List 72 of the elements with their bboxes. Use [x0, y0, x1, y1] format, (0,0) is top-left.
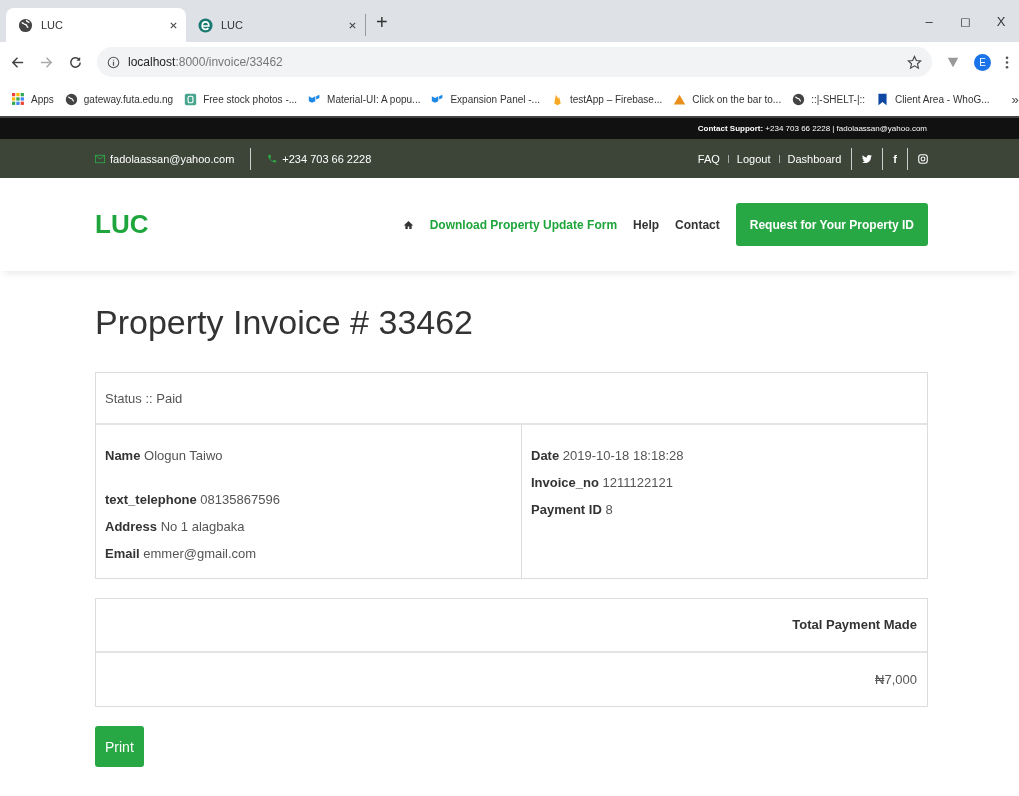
mail-icon [95, 153, 105, 164]
url-text: localhost:8000/invoice/33462 [128, 55, 284, 69]
window-control[interactable]: ◻ [947, 13, 983, 29]
extension-icon[interactable] [946, 55, 960, 69]
detail-text: Email emmer@gmail.com [105, 545, 258, 563]
nav-link[interactable]: Help [633, 217, 660, 232]
detail-text: Invoice_no 1211122121 [531, 474, 674, 492]
phone-icon [267, 153, 278, 164]
bookmark-label: Expansion Panel -... [450, 93, 540, 105]
tab-title: LUC [41, 19, 64, 31]
address-bar[interactable]: localhost:8000/invoice/33462 [97, 47, 932, 77]
globe-icon [64, 92, 78, 106]
info-icon [107, 55, 120, 69]
top-link[interactable]: Dashboard [787, 152, 842, 165]
tab-title: LUC [221, 19, 244, 31]
menu-icon[interactable] [1005, 54, 1009, 70]
bookmark-item[interactable]: ::|-SHELT-|:: [792, 92, 866, 106]
new-tab-button[interactable]: + [376, 11, 388, 34]
bookmark-label: Client Area - WhoG... [895, 93, 990, 105]
bookmark-label: Apps [31, 93, 54, 105]
mui-icon [431, 92, 445, 106]
bookmark-item[interactable]: gateway.futa.edu.ng [64, 92, 174, 106]
detail-text: Date 2019-10-18 18:18:28 [531, 447, 685, 465]
facebook-link[interactable]: f [893, 152, 897, 165]
support-text: Contact Support: +234 703 66 2228 | fadolaassan@yahoo.com [697, 124, 927, 133]
nav-link[interactable]: Contact [675, 217, 720, 232]
window-control[interactable]: X [983, 13, 1019, 29]
bookmark-item[interactable]: Apps [12, 92, 54, 106]
page-title: Property Invoice # 33462 [95, 303, 475, 342]
mui-icon [308, 92, 322, 106]
browser-tab[interactable]: LUC [186, 14, 366, 36]
bookmark-item[interactable]: Client Area - WhoG... [876, 92, 990, 106]
bookmark-label: ::|-SHELT-|:: [811, 93, 866, 105]
bookmark-item[interactable]: Material-UI: A popu... [308, 92, 421, 106]
pyramid-icon [673, 92, 687, 106]
more-bookmarks-button[interactable]: » [1011, 91, 1019, 107]
star-icon[interactable] [907, 54, 922, 70]
bookmark-label: Click on the bar to... [692, 93, 782, 105]
home-icon[interactable] [402, 219, 414, 230]
bookmark-icon [876, 92, 890, 106]
square-icon [184, 92, 198, 106]
close-icon[interactable] [348, 20, 357, 30]
bookmark-label: Material-UI: A popu... [327, 93, 421, 105]
bookmark-label: testApp – Firebase... [569, 93, 663, 105]
instagram-icon[interactable] [918, 153, 928, 164]
email-text: fadolaassan@yahoo.com [110, 152, 235, 165]
top-link[interactable]: FAQ [697, 152, 720, 165]
grid-icon [12, 92, 25, 106]
status-text: Status :: Paid [96, 373, 927, 425]
e-logo-icon [198, 17, 213, 33]
top-link[interactable]: Logout [736, 152, 771, 165]
table-header: Total Payment Made [96, 599, 927, 653]
detail-text: text_telephone 08135867596 [105, 491, 281, 509]
browser-tab[interactable]: LUC [6, 8, 186, 42]
bookmark-label: gateway.futa.edu.ng [83, 93, 174, 105]
globe-icon [18, 17, 33, 33]
bookmark-item[interactable]: Expansion Panel -... [431, 92, 540, 106]
twitter-icon[interactable] [862, 153, 873, 164]
bookmark-item[interactable]: Free stock photos -... [184, 92, 298, 106]
phone-text: +234 703 66 2228 [282, 152, 372, 165]
table-cell-text: ₦7,000 [874, 671, 918, 689]
reload-icon[interactable] [68, 54, 83, 70]
detail-text: Name Ologun Taiwo [105, 447, 224, 465]
detail-text: Address No 1 alagbaka [105, 518, 246, 536]
bookmark-item[interactable]: Click on the bar to... [673, 92, 782, 106]
bookmark-item[interactable]: testApp – Firebase... [550, 92, 663, 106]
detail-text: Payment ID 8 [531, 501, 614, 519]
close-icon[interactable] [169, 20, 178, 30]
globe-icon [792, 92, 806, 106]
bookmark-label: Free stock photos -... [203, 93, 298, 105]
window-control[interactable]: – [911, 13, 947, 29]
profile-avatar[interactable]: E [974, 53, 991, 71]
